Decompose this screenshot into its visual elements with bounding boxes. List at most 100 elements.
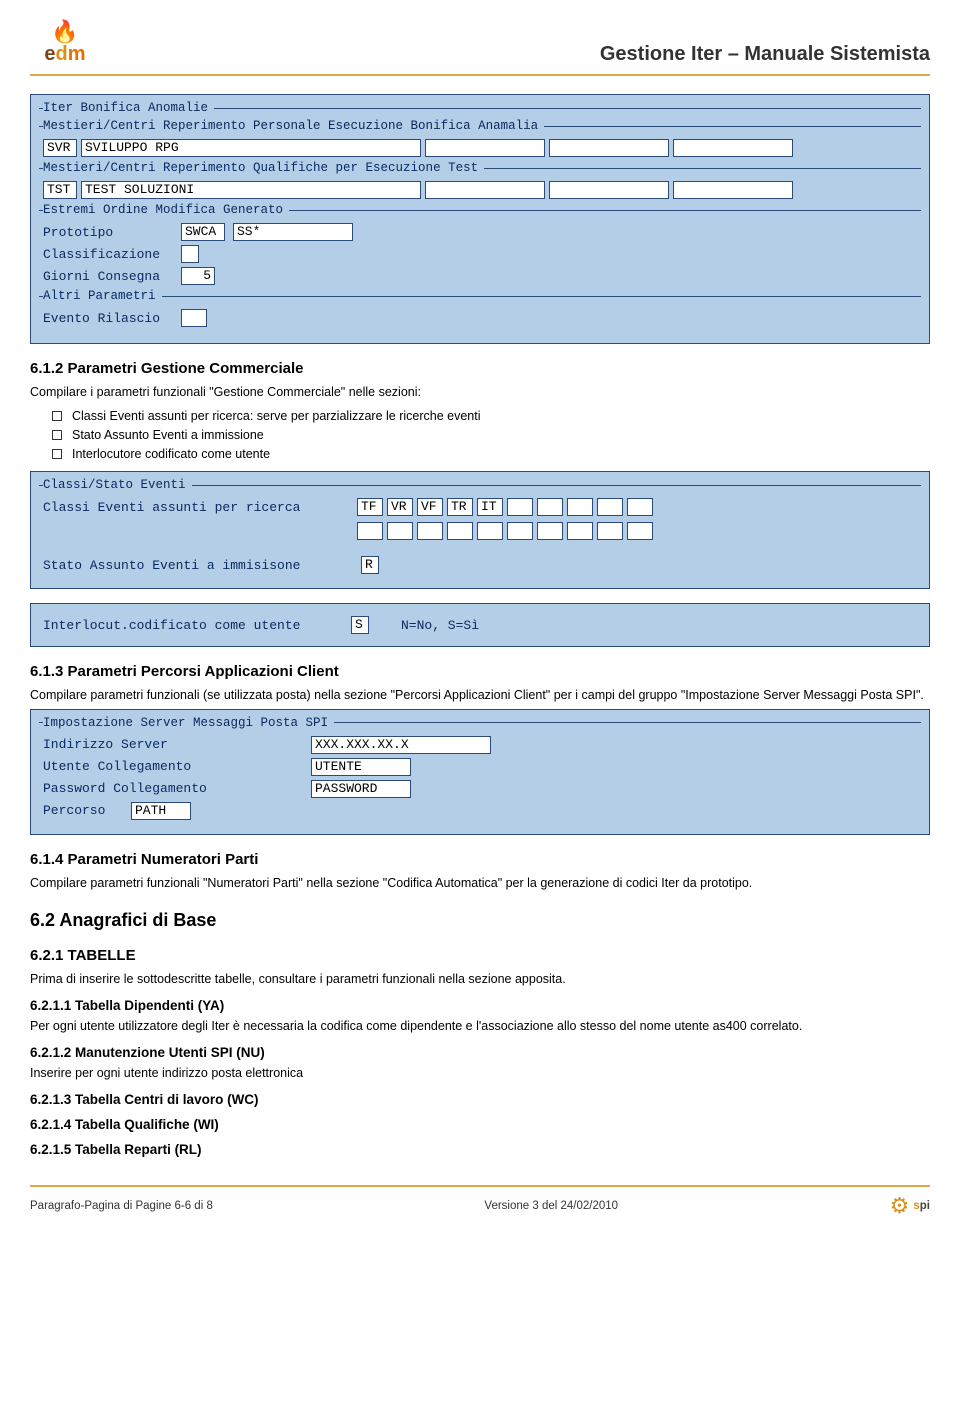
posta-spi-fieldset: Impostazione Server Messaggi Posta SPI I… xyxy=(39,716,921,824)
mestieri-bonifica-legend: Mestieri/Centri Reperimento Personale Es… xyxy=(43,119,544,133)
heading-614: 6.1.4 Parametri Numeratori Parti xyxy=(30,851,930,868)
bonifica-extra1[interactable] xyxy=(425,139,545,157)
classi-v2[interactable]: VR xyxy=(387,498,413,516)
utente-colleg-input[interactable]: UTENTE xyxy=(311,758,411,776)
iter-bonifica-legend: Iter Bonifica Anomalie xyxy=(43,101,214,115)
classi-ricerca-label: Classi Eventi assunti per ricerca xyxy=(43,500,353,515)
heading-6211: 6.2.1.1 Tabella Dipendenti (YA) xyxy=(30,998,930,1013)
body-613: Compilare parametri funzionali (se utili… xyxy=(30,686,930,704)
classi-v3[interactable]: VF xyxy=(417,498,443,516)
spi-logo-pi: pi xyxy=(920,1200,930,1212)
test-extra2[interactable] xyxy=(549,181,669,199)
footer-left: Paragrafo-Pagina di Pagine 6-6 di 8 xyxy=(30,1200,213,1212)
indirizzo-server-input[interactable]: XXX.XXX.XX.X xyxy=(311,736,491,754)
heading-6214: 6.2.1.4 Tabella Qualifiche (WI) xyxy=(30,1117,930,1132)
interloc-input[interactable]: S xyxy=(351,616,369,634)
classi-r2-1[interactable] xyxy=(357,522,383,540)
interloc-hint: N=No, S=Sì xyxy=(401,618,479,633)
body-6211: Per ogni utente utilizzatore degli Iter … xyxy=(30,1017,930,1035)
heading-613: 6.1.3 Parametri Percorsi Applicazioni Cl… xyxy=(30,663,930,680)
estremi-ordine-fieldset: Estremi Ordine Modifica Generato Prototi… xyxy=(39,203,921,289)
edm-logo: 🔥 edm xyxy=(30,18,100,66)
classi-stato-legend: Classi/Stato Eventi xyxy=(43,478,192,492)
classi-stato-fieldset: Classi/Stato Eventi Classi Eventi assunt… xyxy=(39,478,921,578)
heading-6212: 6.2.1.2 Manutenzione Utenti SPI (NU) xyxy=(30,1045,930,1060)
classi-r2-3[interactable] xyxy=(417,522,443,540)
prototipo-label: Prototipo xyxy=(43,225,173,240)
classi-v7[interactable] xyxy=(537,498,563,516)
prototipo-val1[interactable]: SWCA xyxy=(181,223,225,241)
bonifica-extra2[interactable] xyxy=(549,139,669,157)
stato-immis-label: Stato Assunto Eventi a immisisone xyxy=(43,558,353,573)
bonifica-extra3[interactable] xyxy=(673,139,793,157)
classi-v4[interactable]: TR xyxy=(447,498,473,516)
utente-colleg-label: Utente Collegamento xyxy=(43,759,303,774)
panel-posta-spi: Impostazione Server Messaggi Posta SPI I… xyxy=(30,709,930,835)
classi-v1[interactable]: TF xyxy=(357,498,383,516)
heading-62: 6.2 Anagrafici di Base xyxy=(30,910,930,931)
altri-param-legend: Altri Parametri xyxy=(43,289,162,303)
bonifica-code-input[interactable]: SVR xyxy=(43,139,77,157)
posta-spi-legend: Impostazione Server Messaggi Posta SPI xyxy=(43,716,334,730)
giorni-label: Giorni Consegna xyxy=(43,269,173,284)
body-614: Compilare parametri funzionali "Numerato… xyxy=(30,874,930,892)
classi-r2-8[interactable] xyxy=(567,522,593,540)
stato-immis-input[interactable]: R xyxy=(361,556,379,574)
classi-v8[interactable] xyxy=(567,498,593,516)
bullet-list-612: Classi Eventi assunti per ricerca: serve… xyxy=(30,407,930,463)
heading-612: 6.1.2 Parametri Gestione Commerciale xyxy=(30,360,930,377)
body-6212: Inserire per ogni utente indirizzo posta… xyxy=(30,1064,930,1082)
mestieri-bonifica-fieldset: Mestieri/Centri Reperimento Personale Es… xyxy=(39,119,921,161)
classi-r2-9[interactable] xyxy=(597,522,623,540)
logo-letter-m: m xyxy=(68,43,86,65)
bonifica-desc-input[interactable]: SVILUPPO RPG xyxy=(81,139,421,157)
evento-rilascio-input[interactable] xyxy=(181,309,207,327)
interloc-label: Interlocut.codificato come utente xyxy=(43,618,343,633)
giorni-input[interactable]: 5 xyxy=(181,267,215,285)
page-footer: Paragrafo-Pagina di Pagine 6-6 di 8 Vers… xyxy=(30,1185,930,1217)
test-extra3[interactable] xyxy=(673,181,793,199)
percorso-input[interactable]: PATH xyxy=(131,802,191,820)
estremi-ordine-legend: Estremi Ordine Modifica Generato xyxy=(43,203,289,217)
classificazione-label: Classificazione xyxy=(43,247,173,262)
test-code-input[interactable]: TST xyxy=(43,181,77,199)
test-desc-input[interactable]: TEST SOLUZIONI xyxy=(81,181,421,199)
password-colleg-input[interactable]: PASSWORD xyxy=(311,780,411,798)
gear-icon: ⚙ xyxy=(890,1195,910,1217)
heading-6213: 6.2.1.3 Tabella Centri di lavoro (WC) xyxy=(30,1092,930,1107)
classi-v6[interactable] xyxy=(507,498,533,516)
classi-r2-5[interactable] xyxy=(477,522,503,540)
classi-r2-6[interactable] xyxy=(507,522,533,540)
body-621: Prima di inserire le sottodescritte tabe… xyxy=(30,970,930,988)
classi-r2-7[interactable] xyxy=(537,522,563,540)
classi-r2-2[interactable] xyxy=(387,522,413,540)
indirizzo-server-label: Indirizzo Server xyxy=(43,737,303,752)
classi-v10[interactable] xyxy=(627,498,653,516)
footer-center: Versione 3 del 24/02/2010 xyxy=(484,1200,618,1212)
classi-r2-10[interactable] xyxy=(627,522,653,540)
altri-param-fieldset: Altri Parametri Evento Rilascio xyxy=(39,289,921,331)
logo-letter-e: e xyxy=(44,43,55,65)
spi-logo: ⚙ spi xyxy=(890,1195,930,1217)
iter-bonifica-fieldset: Iter Bonifica Anomalie Mestieri/Centri R… xyxy=(39,101,921,333)
page-header: 🔥 edm Gestione Iter – Manuale Sistemista xyxy=(30,18,930,76)
mestieri-test-legend: Mestieri/Centri Reperimento Qualifiche p… xyxy=(43,161,484,175)
bullet-612-3: Interlocutore codificato come utente xyxy=(52,445,930,464)
bullet-612-1: Classi Eventi assunti per ricerca: serve… xyxy=(52,407,930,426)
doc-title: Gestione Iter – Manuale Sistemista xyxy=(600,43,930,66)
test-extra1[interactable] xyxy=(425,181,545,199)
percorso-label: Percorso xyxy=(43,803,123,818)
intro-612: Compilare i parametri funzionali "Gestio… xyxy=(30,383,930,401)
password-colleg-label: Password Collegamento xyxy=(43,781,303,796)
classi-r2-4[interactable] xyxy=(447,522,473,540)
classi-v5[interactable]: IT xyxy=(477,498,503,516)
classificazione-input[interactable] xyxy=(181,245,199,263)
panel-iter-bonifica: Iter Bonifica Anomalie Mestieri/Centri R… xyxy=(30,94,930,344)
logo-letter-d: d xyxy=(56,43,68,65)
classi-v9[interactable] xyxy=(597,498,623,516)
mestieri-test-fieldset: Mestieri/Centri Reperimento Qualifiche p… xyxy=(39,161,921,203)
panel-classi-stato: Classi/Stato Eventi Classi Eventi assunt… xyxy=(30,471,930,589)
evento-rilascio-label: Evento Rilascio xyxy=(43,311,173,326)
prototipo-val2[interactable]: SS* xyxy=(233,223,353,241)
panel-interlocutore: Interlocut.codificato come utente S N=No… xyxy=(30,603,930,647)
